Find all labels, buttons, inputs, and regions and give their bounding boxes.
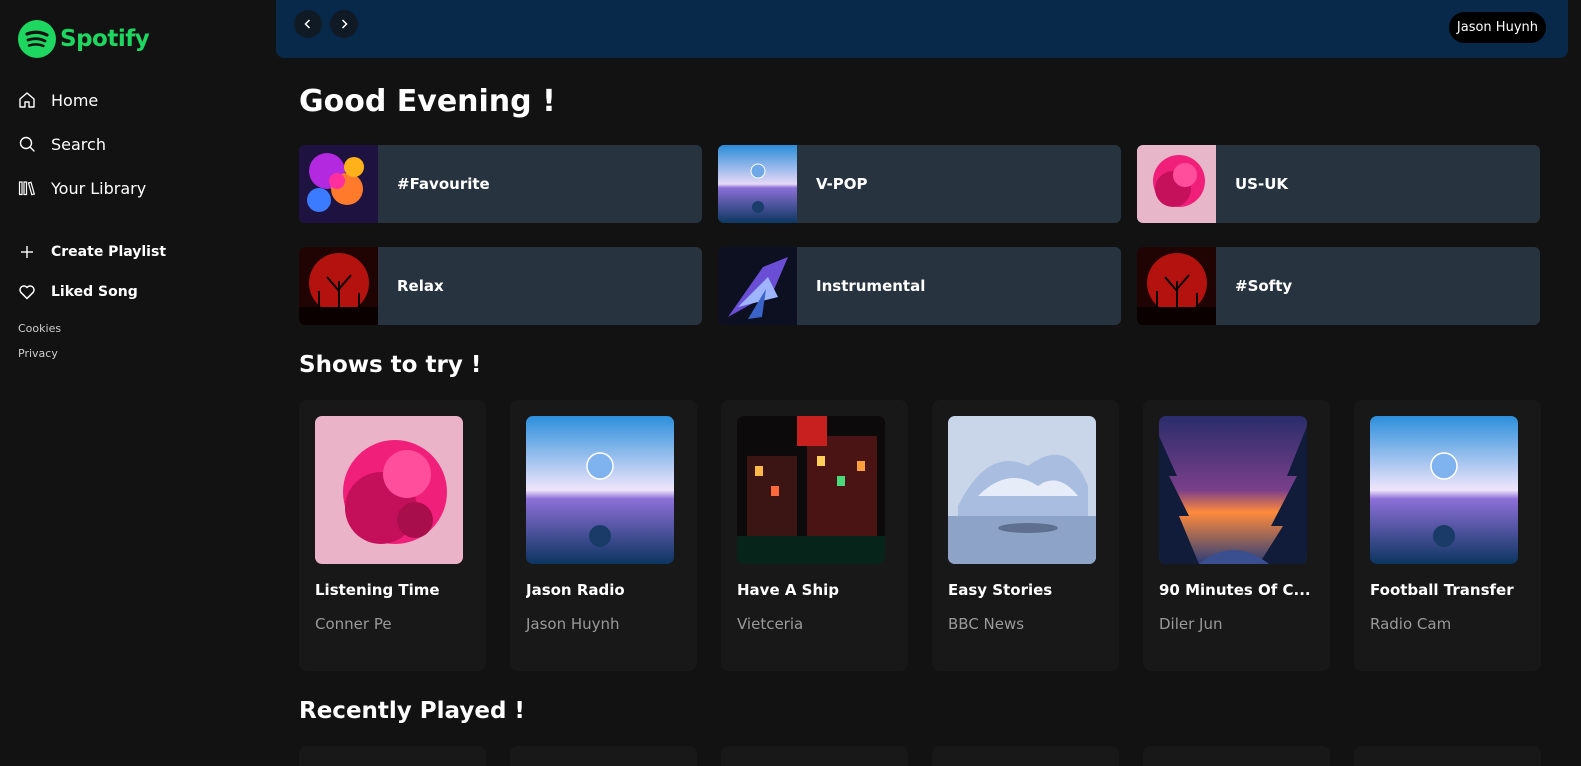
main-nav: Home Search Your Library (18, 88, 146, 220)
show-card[interactable]: Listening Time Conner Pe (299, 400, 486, 671)
show-card[interactable]: 90 Minutes Of C... Diler Jun (1143, 400, 1330, 671)
nav-home[interactable]: Home (18, 88, 146, 112)
nav-library-label: Your Library (51, 178, 147, 198)
show-cover-image (315, 416, 463, 564)
show-title: Jason Radio (526, 581, 625, 599)
show-cover-image (737, 416, 885, 564)
playlist-tile-label: Instrumental (816, 277, 926, 295)
back-button[interactable] (294, 10, 322, 38)
nav-home-label: Home (51, 90, 99, 110)
show-title: 90 Minutes Of C... (1159, 581, 1311, 599)
playlist-tile-label: V-POP (816, 175, 868, 193)
show-cover-image (526, 416, 674, 564)
playlist-cover-image (718, 247, 797, 325)
show-subtitle: BBC News (948, 615, 1025, 633)
recent-card[interactable] (1354, 746, 1541, 766)
recent-card[interactable] (510, 746, 697, 766)
search-icon (18, 135, 36, 153)
show-cover-image (1159, 416, 1307, 564)
chevron-right-icon (341, 19, 348, 29)
playlist-cover-image (299, 247, 378, 325)
show-title: Have A Ship (737, 581, 840, 599)
brand-name: Spotify (60, 26, 150, 52)
playlist-tile[interactable]: #Favourite (299, 145, 702, 223)
playlist-tile-label: #Favourite (397, 175, 490, 193)
show-card[interactable]: Have A Ship Vietceria (721, 400, 908, 671)
recent-card[interactable] (721, 746, 908, 766)
liked-song-label: Liked Song (51, 284, 138, 300)
playlist-tile-label: #Softy (1235, 277, 1293, 295)
recent-card[interactable] (299, 746, 486, 766)
show-title: Easy Stories (948, 581, 1053, 599)
playlist-tile-label: US-UK (1235, 175, 1289, 193)
spotify-logo[interactable]: Spotify (18, 20, 150, 58)
chevron-left-icon (304, 19, 311, 29)
show-subtitle: Radio Cam (1370, 615, 1452, 633)
playlist-tile[interactable]: Relax (299, 247, 702, 325)
plus-icon (18, 243, 36, 261)
playlist-cover-image (1137, 145, 1216, 223)
recent-card[interactable] (1143, 746, 1330, 766)
show-subtitle: Jason Huynh (526, 615, 620, 633)
nav-search[interactable]: Search (18, 132, 146, 156)
show-cover-image (1370, 416, 1518, 564)
heart-icon (18, 283, 36, 301)
show-title: Listening Time (315, 581, 440, 599)
user-menu-button[interactable]: Jason Huynh (1448, 12, 1546, 43)
main-content: Jason Huynh Good Evening ! #Favourite V-… (276, 0, 1568, 766)
liked-song-button[interactable]: Liked Song (18, 280, 166, 304)
nav-library[interactable]: Your Library (18, 176, 146, 200)
show-subtitle: Conner Pe (315, 615, 392, 633)
show-subtitle: Diler Jun (1159, 615, 1223, 633)
playlist-tile[interactable]: US-UK (1137, 145, 1540, 223)
shows-row: Listening Time Conner Pe Jason Radio Jas… (299, 400, 1541, 671)
playlist-tile[interactable]: #Softy (1137, 247, 1540, 325)
show-subtitle: Vietceria (737, 615, 804, 633)
show-card[interactable]: Jason Radio Jason Huynh (510, 400, 697, 671)
spotify-logo-icon (18, 20, 56, 58)
privacy-link[interactable]: Privacy (18, 347, 61, 360)
sidebar: Spotify Home Search Your Library Create … (0, 0, 276, 766)
recently-played-row (299, 746, 1541, 766)
recent-card[interactable] (932, 746, 1119, 766)
recently-played-heading: Recently Played ! (299, 698, 525, 724)
forward-button[interactable] (330, 10, 358, 38)
sidebar-actions: Create Playlist Liked Song (18, 240, 166, 320)
playlist-cover-image (1137, 247, 1216, 325)
footer-links: Cookies Privacy (18, 322, 61, 372)
quick-playlists-grid: #Favourite V-POP US-UK Relax Instrumenta… (299, 145, 1541, 325)
nav-search-label: Search (51, 134, 106, 154)
top-bar: Jason Huynh (276, 0, 1568, 58)
shows-heading: Shows to try ! (299, 352, 482, 378)
show-title: Football Transfer (1370, 581, 1514, 599)
create-playlist-label: Create Playlist (51, 244, 167, 260)
greeting-heading: Good Evening ! (299, 84, 556, 119)
playlist-tile[interactable]: V-POP (718, 145, 1121, 223)
cookies-link[interactable]: Cookies (18, 322, 61, 335)
show-card[interactable]: Football Transfer Radio Cam (1354, 400, 1541, 671)
home-icon (18, 91, 36, 109)
playlist-tile-label: Relax (397, 277, 444, 295)
show-card[interactable]: Easy Stories BBC News (932, 400, 1119, 671)
create-playlist-button[interactable]: Create Playlist (18, 240, 166, 264)
library-icon (18, 179, 36, 197)
playlist-cover-image (718, 145, 797, 223)
show-cover-image (948, 416, 1096, 564)
playlist-cover-image (299, 145, 378, 223)
playlist-tile[interactable]: Instrumental (718, 247, 1121, 325)
